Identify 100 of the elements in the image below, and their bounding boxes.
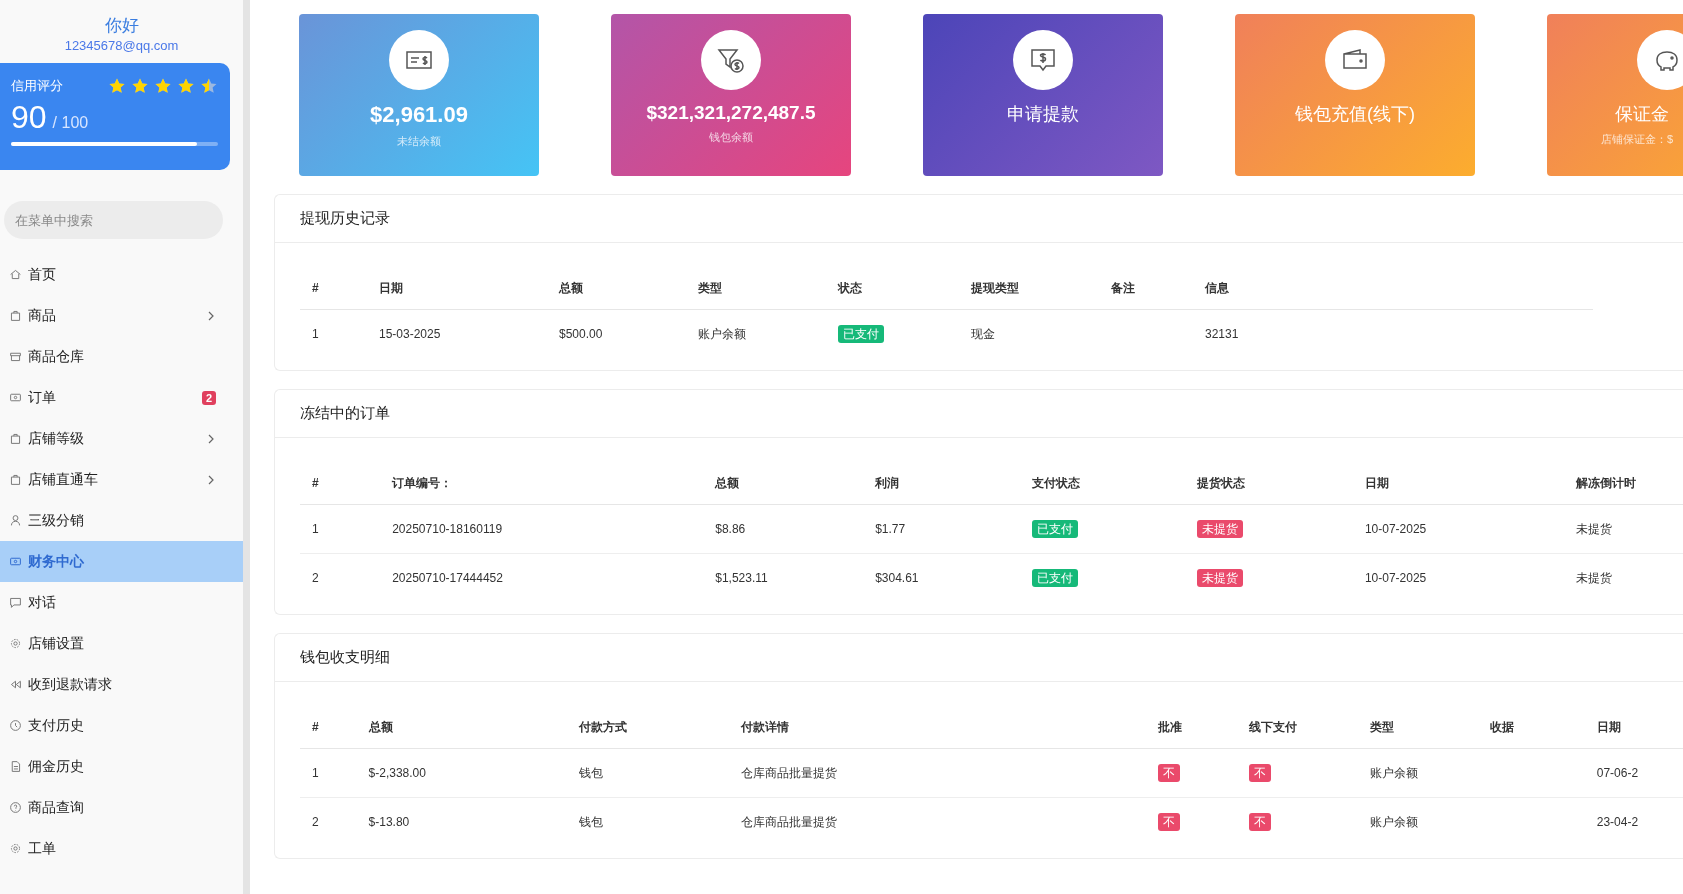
table-cell: 1 bbox=[312, 327, 319, 341]
panel-title: 冻结中的订单 bbox=[300, 404, 390, 421]
bag-icon bbox=[9, 432, 22, 445]
piggy-bank-icon bbox=[1637, 30, 1683, 90]
column-header: 收据 bbox=[1489, 719, 1514, 734]
table-cell: $-13.80 bbox=[368, 815, 410, 829]
chevron-right-icon bbox=[206, 310, 216, 321]
table-cell: 20250710-18160119 bbox=[392, 522, 503, 536]
menu-item[interactable]: 首页 bbox=[0, 254, 243, 295]
table-cell: 未提货 bbox=[1576, 570, 1613, 585]
check-icon bbox=[389, 30, 449, 90]
column-header: 支付状态 bbox=[1031, 475, 1080, 490]
status-tag: 不 bbox=[1249, 812, 1272, 831]
column-header: 信息 bbox=[1205, 280, 1229, 295]
column-header: 付款方式 bbox=[578, 719, 627, 734]
table-cell: 20250710-17444452 bbox=[392, 571, 503, 585]
status-tag: 已支付 bbox=[1031, 568, 1078, 587]
column-header: 类型 bbox=[1369, 719, 1394, 734]
menu-item[interactable]: 商品查询 bbox=[0, 787, 243, 828]
table-cell: 账户余额 bbox=[698, 326, 746, 341]
status-tag: 已支付 bbox=[1031, 519, 1078, 538]
table-cell: 1 bbox=[312, 766, 319, 780]
doc-icon bbox=[9, 760, 22, 773]
user-email: 12345678@qq.com bbox=[63, 38, 180, 53]
table-cell: $500.00 bbox=[559, 327, 603, 341]
table-cell: $8.86 bbox=[715, 522, 746, 536]
funnel-dollar-icon bbox=[701, 30, 761, 90]
wallet-icon bbox=[1325, 30, 1385, 90]
column-header: 批准 bbox=[1157, 719, 1182, 734]
table-cell: 账户余额 bbox=[1369, 765, 1418, 780]
chevron-right-icon bbox=[206, 474, 216, 485]
table-cell: 现金 bbox=[971, 326, 995, 341]
column-header: 线下支付 bbox=[1249, 719, 1298, 734]
card-value: 申请提款 bbox=[1007, 103, 1079, 126]
card-label: 钱包余额 bbox=[709, 130, 753, 145]
table-cell: 未提货 bbox=[1576, 521, 1613, 536]
menu-item[interactable]: 支付历史 bbox=[0, 705, 243, 746]
chat-icon bbox=[9, 596, 22, 609]
column-header: 订单编号： bbox=[392, 475, 453, 490]
column-header: 备注 bbox=[1111, 280, 1135, 295]
column-header: 日期 bbox=[379, 280, 403, 295]
menu-item[interactable]: 对话 bbox=[0, 582, 243, 623]
table-cell: 15-03-2025 bbox=[379, 327, 441, 341]
credit-score: 90 bbox=[11, 99, 47, 136]
column-header: 提货状态 bbox=[1197, 475, 1246, 490]
table-cell: 钱包 bbox=[578, 765, 603, 780]
column-header: 总额 bbox=[368, 719, 393, 734]
menu-item[interactable]: 佣金历史 bbox=[0, 746, 243, 787]
column-header: # bbox=[312, 476, 319, 490]
menu-item[interactable]: 三级分销 bbox=[0, 500, 243, 541]
home-icon bbox=[9, 268, 22, 281]
menu-item[interactable]: 订单 2 bbox=[0, 377, 243, 418]
box-icon bbox=[9, 350, 22, 363]
column-header: # bbox=[312, 720, 319, 734]
status-tag: 未提货 bbox=[1197, 568, 1244, 587]
menu-item[interactable]: 收到退款请求 bbox=[0, 664, 243, 705]
menu-item[interactable]: 商品仓库 bbox=[0, 336, 243, 377]
help-icon bbox=[9, 801, 22, 814]
rewind-icon bbox=[9, 678, 22, 691]
menu-item[interactable]: 店铺等级 bbox=[0, 418, 243, 459]
status-tag: 未提货 bbox=[1197, 519, 1244, 538]
card-value: 保证金 bbox=[1615, 103, 1669, 126]
table-cell: 10-07-2025 bbox=[1364, 571, 1427, 585]
table-cell: 10-07-2025 bbox=[1364, 522, 1427, 536]
column-header: 提现类型 bbox=[971, 280, 1019, 295]
panel-title: 钱包收支明细 bbox=[300, 648, 390, 665]
column-header: 类型 bbox=[698, 280, 722, 295]
column-header: 日期 bbox=[1364, 475, 1389, 490]
card-value: $2,961.09 bbox=[370, 102, 468, 128]
table-cell: 23-04-2 bbox=[1596, 815, 1639, 829]
table-cell: $1.77 bbox=[875, 522, 906, 536]
status-tag: 不 bbox=[1157, 812, 1180, 831]
user-icon bbox=[9, 514, 22, 527]
column-header: 利润 bbox=[875, 475, 900, 490]
menu-item[interactable]: 工单 bbox=[0, 828, 243, 869]
card-value: $321,321,272,487.5 bbox=[646, 102, 816, 124]
table-cell: 1 bbox=[312, 522, 319, 536]
clock-icon bbox=[9, 719, 22, 732]
bag-icon bbox=[9, 309, 22, 322]
menu-search-field[interactable]: 在菜单中搜索 bbox=[4, 201, 223, 239]
credit-max: / 100 bbox=[52, 114, 89, 132]
menu-item[interactable]: 店铺直通车 bbox=[0, 459, 243, 500]
table-cell: 2 bbox=[312, 815, 319, 829]
bag-icon bbox=[9, 473, 22, 486]
menu-item[interactable]: 店铺设置 bbox=[0, 623, 243, 664]
summary-card[interactable]: 申请提款 bbox=[923, 14, 1163, 176]
table-cell: 仓库商品批量提货 bbox=[740, 814, 837, 829]
menu-item[interactable]: 商品 bbox=[0, 295, 243, 336]
table-cell: 账户余额 bbox=[1369, 814, 1418, 829]
panel-title: 提现历史记录 bbox=[300, 209, 390, 226]
card-label: 未结余额 bbox=[397, 134, 441, 149]
chevron-right-icon bbox=[206, 433, 216, 444]
table-cell: 07-06-2 bbox=[1596, 766, 1639, 780]
order-count-badge: 2 bbox=[201, 390, 216, 405]
table-cell: $304.61 bbox=[875, 571, 919, 585]
card-label: 店铺保证金：$ bbox=[1601, 132, 1674, 147]
column-header: 状态 bbox=[838, 280, 862, 295]
credit-label: 信用评分 bbox=[11, 77, 63, 95]
table-cell: 2 bbox=[312, 571, 319, 585]
column-header: 总额 bbox=[715, 475, 740, 490]
